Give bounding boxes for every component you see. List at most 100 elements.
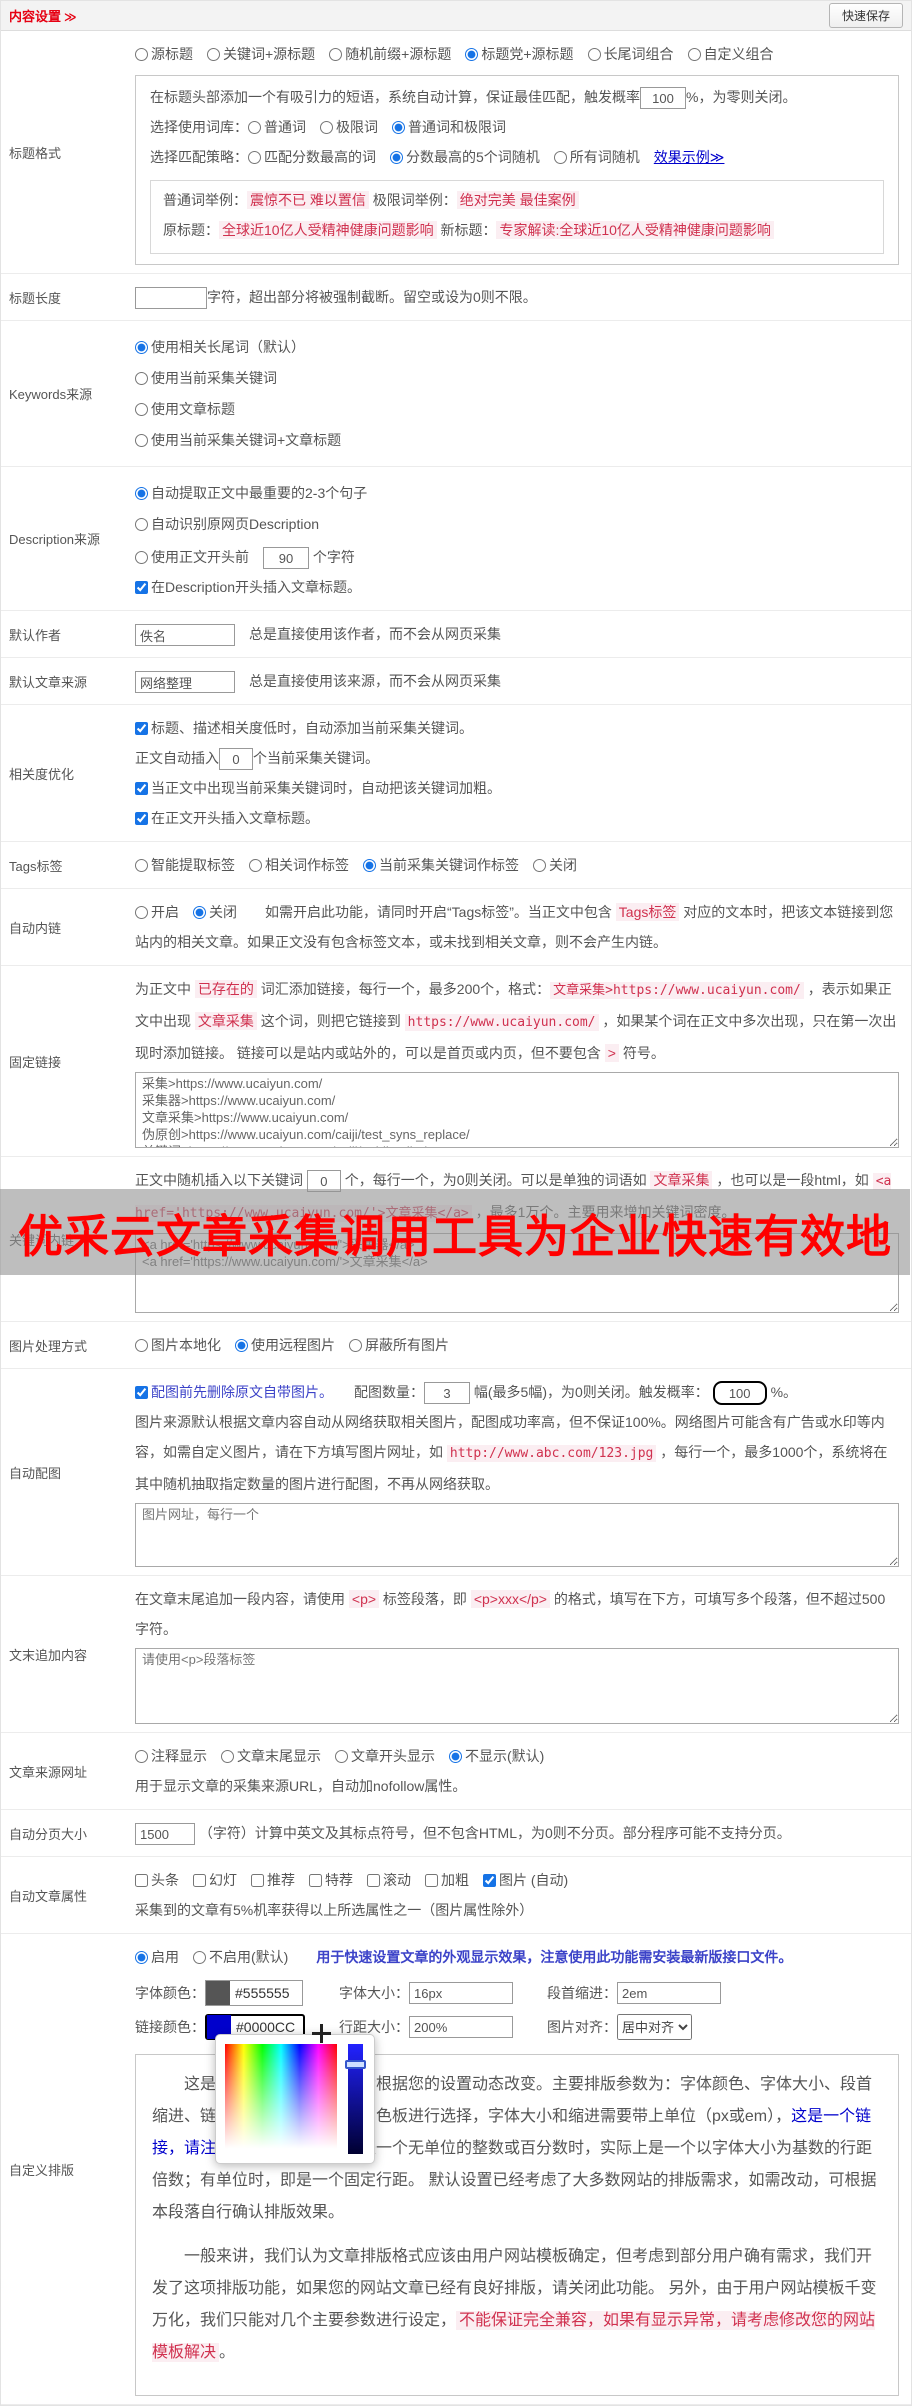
checkbox-option[interactable]: 滚动	[367, 1872, 411, 1888]
radio-option[interactable]: 普通词	[248, 119, 306, 135]
default-author-input[interactable]	[135, 624, 235, 647]
image-align-select[interactable]: 居中对齐	[617, 2014, 692, 2040]
page-size-input[interactable]	[135, 1823, 195, 1846]
radio-option[interactable]: 关键词+源标题	[207, 46, 315, 62]
radio-option[interactable]: 使用当前采集关键词	[135, 365, 899, 391]
radio-input[interactable]	[248, 121, 261, 134]
trigger-probability-input[interactable]	[640, 87, 686, 110]
insert-count-input[interactable]	[219, 748, 253, 771]
radio-input[interactable]	[135, 434, 148, 447]
quick-save-button[interactable]: 快速保存	[828, 3, 903, 28]
radio-input[interactable]	[349, 1339, 362, 1352]
radio-option[interactable]: 自动识别原网页Description	[135, 511, 899, 537]
indent-input[interactable]	[617, 1982, 721, 2004]
line-height-input[interactable]	[409, 2016, 513, 2038]
radio-input[interactable]	[135, 1339, 148, 1352]
color-picker-popup[interactable]	[215, 2024, 375, 2164]
title-length-input[interactable]	[135, 287, 207, 310]
auto-image-textarea[interactable]	[135, 1503, 899, 1567]
radio-option[interactable]: 自定义组合	[687, 46, 774, 62]
font-color-hex-input[interactable]	[230, 1985, 302, 2001]
checkbox-input[interactable]	[367, 1874, 380, 1887]
radio-option[interactable]: 标题党+源标题	[465, 46, 574, 62]
radio-option[interactable]: 极限词	[320, 119, 378, 135]
checkbox-option[interactable]: 加粗	[425, 1872, 469, 1888]
radio-option[interactable]: 使用远程图片	[235, 1337, 335, 1353]
checkbox-input[interactable]	[135, 1386, 148, 1399]
checkbox-input[interactable]	[135, 1874, 148, 1887]
font-color-swatch[interactable]	[206, 1981, 230, 2005]
checkbox-option[interactable]: 推荐	[251, 1872, 295, 1888]
radio-input[interactable]	[135, 487, 148, 500]
radio-input[interactable]	[193, 1951, 206, 1964]
radio-option[interactable]: 关闭	[533, 857, 577, 873]
head-chars-input[interactable]	[263, 547, 309, 570]
checkbox-option[interactable]: 当正文中出现当前采集关键词时，自动把该关键词加粗。	[135, 780, 501, 796]
radio-input[interactable]	[329, 48, 343, 61]
radio-input[interactable]	[207, 48, 220, 61]
radio-option[interactable]: 智能提取标签	[135, 857, 235, 873]
radio-input[interactable]	[135, 1951, 148, 1964]
radio-input[interactable]	[135, 1750, 148, 1763]
radio-input[interactable]	[135, 518, 148, 531]
fixed-links-textarea[interactable]: 采集>https://www.ucaiyun.com/ 采集器>https://…	[135, 1072, 899, 1148]
radio-option[interactable]: 使用正文开头前	[135, 549, 249, 565]
font-color-field[interactable]	[205, 1980, 303, 2006]
radio-option[interactable]: 文章末尾显示	[221, 1748, 321, 1764]
radio-option[interactable]: 长尾词组合	[587, 46, 674, 62]
checkbox-input[interactable]	[251, 1874, 264, 1887]
checkbox-option[interactable]: 在正文开头插入文章标题。	[135, 810, 319, 826]
image-probability-input[interactable]	[712, 1381, 767, 1406]
radio-input[interactable]	[221, 1750, 234, 1763]
radio-input[interactable]	[248, 151, 261, 164]
radio-input[interactable]	[135, 551, 148, 564]
radio-input[interactable]	[135, 48, 148, 61]
radio-option[interactable]: 注释显示	[135, 1748, 207, 1764]
brightness-slider-handle[interactable]	[345, 2060, 366, 2069]
radio-input[interactable]	[392, 121, 405, 134]
checkbox-option[interactable]: 幻灯	[193, 1872, 237, 1888]
radio-option[interactable]: 关闭	[193, 904, 237, 920]
radio-input[interactable]	[587, 48, 601, 61]
checkbox-input[interactable]	[193, 1874, 206, 1887]
brightness-slider[interactable]	[345, 2044, 366, 2154]
radio-input[interactable]	[533, 859, 546, 872]
radio-option[interactable]: 启用	[135, 1949, 179, 1965]
radio-input[interactable]	[320, 121, 333, 134]
checkbox-option[interactable]: 图片 (自动)	[483, 1872, 568, 1888]
checkbox-input[interactable]	[135, 722, 148, 735]
checkbox-input[interactable]	[425, 1874, 438, 1887]
radio-option[interactable]: 不显示(默认)	[449, 1748, 544, 1764]
checkbox-option[interactable]: 标题、描述相关度低时，自动添加当前采集关键词。	[135, 720, 473, 736]
radio-input[interactable]	[135, 372, 148, 385]
radio-option[interactable]: 开启	[135, 904, 179, 920]
checkbox-input[interactable]	[135, 812, 148, 825]
link-color-hex-input[interactable]	[231, 2019, 303, 2035]
radio-option[interactable]: 普通词和极限词	[392, 119, 506, 135]
radio-option[interactable]: 分数最高的5个词随机	[390, 149, 540, 165]
radio-option[interactable]: 图片本地化	[135, 1337, 221, 1353]
radio-option[interactable]: 匹配分数最高的词	[248, 149, 376, 165]
radio-input[interactable]	[193, 906, 206, 919]
radio-option[interactable]: 相关词作标签	[249, 857, 349, 873]
radio-option[interactable]: 屏蔽所有图片	[349, 1337, 449, 1353]
example-link[interactable]: 效果示例≫	[654, 149, 725, 165]
radio-input[interactable]	[235, 1339, 248, 1352]
radio-input[interactable]	[335, 1750, 348, 1763]
radio-option[interactable]: 当前采集关键词作标签	[363, 857, 519, 873]
radio-option[interactable]: 随机前缀+源标题	[329, 46, 451, 62]
radio-option[interactable]: 使用相关长尾词（默认）	[135, 334, 899, 360]
radio-option[interactable]: 文章开头显示	[335, 1748, 435, 1764]
checkbox-option[interactable]: 配图前先删除原文自带图片。	[135, 1384, 326, 1400]
radio-option[interactable]: 自动提取正文中最重要的2-3个句子	[135, 480, 899, 506]
radio-option[interactable]: 所有词随机	[553, 149, 640, 165]
radio-input[interactable]	[135, 403, 148, 416]
checkbox-input[interactable]	[309, 1874, 322, 1887]
radio-input[interactable]	[553, 151, 567, 164]
radio-input[interactable]	[687, 48, 701, 61]
radio-input[interactable]	[363, 859, 376, 872]
append-content-textarea[interactable]	[135, 1648, 899, 1724]
checkbox-option[interactable]: 在Description开头插入文章标题。	[135, 579, 361, 595]
default-source-input[interactable]	[135, 671, 235, 694]
section-title-toggle[interactable]: 内容设置 ≫	[9, 6, 77, 25]
